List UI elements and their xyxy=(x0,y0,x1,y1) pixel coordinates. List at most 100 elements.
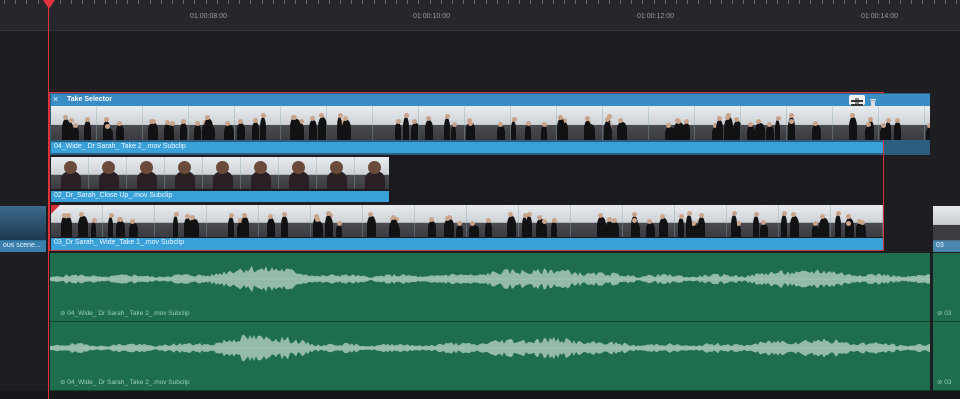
ruler-tick xyxy=(272,0,274,4)
clip-thumbnail xyxy=(259,205,311,237)
timecode-label: 01:00:12:00 xyxy=(637,13,674,20)
ruler-tick xyxy=(642,0,644,4)
waveform-shape xyxy=(50,265,930,293)
ruler-tick xyxy=(552,0,554,4)
playhead[interactable] xyxy=(48,0,49,399)
audio-waveform-1 xyxy=(50,265,930,293)
right-video-clip[interactable]: 03 xyxy=(933,206,960,252)
ruler-tick xyxy=(384,0,386,4)
clip-thumbnail xyxy=(317,157,355,189)
closeup-clip-name: 02_Dr_Sarah_Close Up_.mov Subclip xyxy=(54,192,173,199)
ruler-tick xyxy=(799,0,801,4)
ruler-tick xyxy=(866,0,868,4)
clip-thumbnail xyxy=(623,205,675,237)
clip-thumbnail xyxy=(235,106,281,140)
ruler-tick xyxy=(340,0,341,4)
ruler-tick xyxy=(160,0,162,4)
ruler-tick xyxy=(541,0,543,4)
ruler-tick xyxy=(810,0,812,4)
ruler-tick xyxy=(620,0,621,4)
closeup-label-bar: 02_Dr_Sarah_Close Up_.mov Subclip xyxy=(51,191,389,202)
trash-icon[interactable] xyxy=(870,95,876,108)
ruler-tick xyxy=(60,0,61,4)
clip-thumbnail xyxy=(373,106,420,140)
left-video-clip[interactable]: ous scene... xyxy=(0,206,46,252)
ruler-tick xyxy=(362,0,364,4)
clip-thumbnail xyxy=(467,205,519,237)
audio-right-1-label: ⊘ 03 xyxy=(937,310,952,317)
ruler-tick xyxy=(71,0,73,4)
clip-thumbnail xyxy=(675,205,727,237)
clip-thumbnail xyxy=(89,157,127,189)
clip-thumbnail xyxy=(165,157,203,189)
link-icon: ⊘ xyxy=(60,310,66,317)
clip-thumbnail xyxy=(281,106,328,140)
audio-clip-right-2[interactable]: ⊘ 03 xyxy=(933,322,960,391)
left-clip-thumbnail xyxy=(0,206,46,240)
ruler-tick xyxy=(463,0,465,4)
ruler-tick xyxy=(317,0,319,4)
ruler-tick xyxy=(4,0,5,4)
take-1-clip[interactable]: 03_Dr Sarah_ Wide_Take 1_.mov Subclip xyxy=(51,205,883,250)
active-take-marker xyxy=(51,205,60,214)
clip-thumbnail xyxy=(207,205,259,237)
ruler-tick xyxy=(631,0,633,4)
audio-clip-2-name: 04_Wide_ Dr Sarah_ Take 2_.mov Subclip xyxy=(67,379,190,386)
timecode-label: 01:00:08:00 xyxy=(190,13,227,20)
clip-thumbnail xyxy=(127,157,165,189)
take-selector-icon[interactable] xyxy=(849,95,865,108)
ruler-tick xyxy=(183,0,185,4)
audio-right-1-name: 03 xyxy=(944,310,952,317)
closeup-clip[interactable]: 02_Dr_Sarah_Close Up_.mov Subclip xyxy=(51,155,389,204)
left-clip-label-bar: ous scene... xyxy=(0,241,46,252)
ruler-tick xyxy=(239,0,241,4)
clip-thumbnail xyxy=(879,106,925,140)
clip-thumbnail xyxy=(779,205,831,237)
audio-clip-1-label: ⊘ 04_Wide_ Dr Sarah_ Take 2_.mov Subclip xyxy=(60,309,190,317)
ruler-tick xyxy=(127,0,129,4)
playhead-handle-icon[interactable] xyxy=(43,0,55,9)
clip-thumbnail xyxy=(241,157,279,189)
audio-clip-1[interactable]: ⊘ 04_Wide_ Dr Sarah_ Take 2_.mov Subclip xyxy=(50,253,930,322)
right-clip-label-bar: 03 xyxy=(933,241,960,252)
ruler-tick xyxy=(508,0,509,4)
audio-clip-right-1[interactable]: ⊘ 03 xyxy=(933,253,960,322)
timeline-ruler[interactable]: 01:00:08:00 01:00:10:00 01:00:12:00 01:0… xyxy=(0,0,960,31)
clip-thumbnail xyxy=(833,106,879,140)
clip-thumbnail xyxy=(787,106,833,140)
take-2-clip[interactable]: 04_Wide_ Dr Sarah_ Take 2_.mov Subclip xyxy=(51,106,930,155)
ruler-tick xyxy=(93,0,95,4)
clip-thumbnail xyxy=(311,205,363,237)
clip-thumbnail xyxy=(831,205,883,237)
ruler-tick xyxy=(373,0,375,4)
ruler-tick xyxy=(832,0,834,4)
ruler-tick xyxy=(37,0,39,4)
clip-thumbnail xyxy=(695,106,742,140)
ruler-tick xyxy=(194,0,196,4)
ruler-tick xyxy=(474,0,476,4)
ruler-tick xyxy=(250,0,252,4)
clip-thumbnail xyxy=(519,205,571,237)
ruler-tick xyxy=(855,0,857,4)
ruler-tick xyxy=(172,0,173,4)
ruler-tick xyxy=(575,0,577,4)
ruler-tick xyxy=(328,0,330,4)
audio-clip-1-name: 04_Wide_ Dr Sarah_ Take 2_.mov Subclip xyxy=(67,310,190,317)
ruler-tick xyxy=(82,0,84,4)
ruler-tick xyxy=(732,0,733,4)
right-clip-thumbnail xyxy=(933,206,960,240)
clip-thumbnail xyxy=(363,205,415,237)
clip-thumbnail xyxy=(419,106,465,140)
ruler-tick xyxy=(933,0,935,4)
clip-thumbnail xyxy=(511,106,557,140)
clip-thumbnail xyxy=(97,106,143,140)
ruler-tick xyxy=(709,0,711,4)
audio-clip-2[interactable]: ⊘ 04_Wide_ Dr Sarah_ Take 2_.mov Subclip xyxy=(50,322,930,391)
ruler-tick xyxy=(698,0,700,4)
clip-thumbnail xyxy=(727,205,779,237)
right-clip-name: 03 xyxy=(936,242,944,249)
audio-right-2-label: ⊘ 03 xyxy=(937,379,952,386)
close-icon[interactable]: × xyxy=(53,94,58,104)
ruler-tick xyxy=(485,0,487,4)
ruler-tick xyxy=(765,0,767,4)
